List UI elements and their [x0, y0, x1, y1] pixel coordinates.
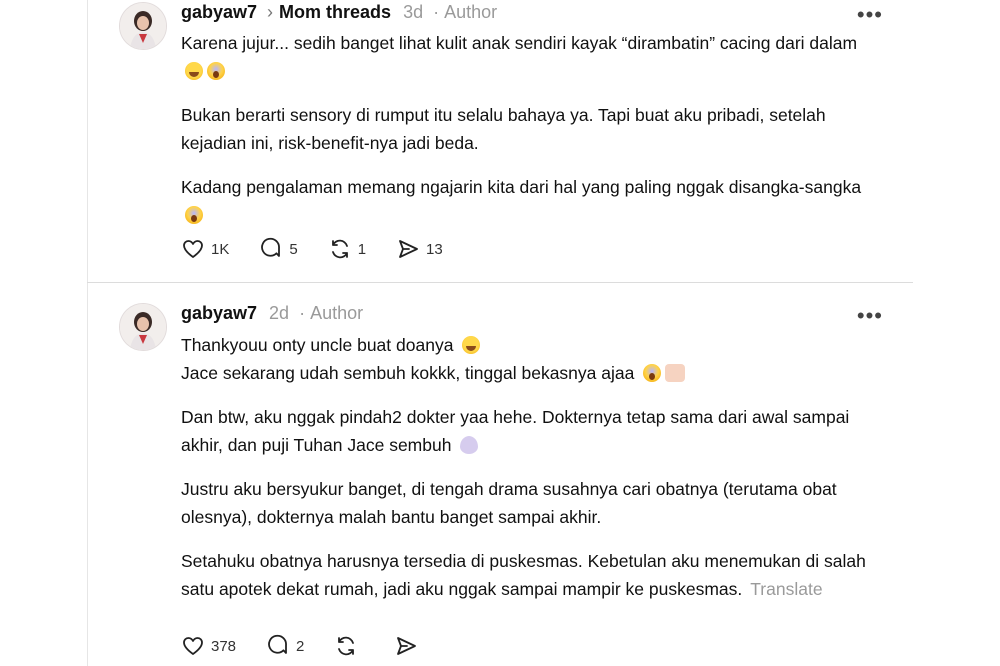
repost-count: 1: [357, 240, 367, 258]
screaming-face-emoji: [185, 206, 203, 224]
like-button[interactable]: 378: [181, 634, 236, 658]
translate-link[interactable]: Translate: [750, 579, 822, 599]
paragraph: Kadang pengalaman memang ngajarin kita d…: [181, 173, 881, 229]
share-button[interactable]: [394, 634, 424, 658]
post-body: Thankyouu onty uncle buat doanya Jace se…: [181, 331, 881, 619]
post-2: gabyaw7 2d Author ••• Thankyouu onty unc…: [87, 283, 913, 666]
share-count: 13: [426, 240, 443, 258]
repost-button[interactable]: [334, 634, 364, 658]
username[interactable]: gabyaw7: [181, 303, 257, 324]
avatar[interactable]: [119, 303, 167, 351]
like-count: 1K: [211, 240, 230, 258]
post-time[interactable]: 3d: [403, 2, 423, 23]
post-time[interactable]: 2d: [269, 303, 289, 324]
more-icon[interactable]: •••: [857, 4, 883, 26]
reply-button[interactable]: 2: [266, 634, 304, 658]
screaming-face-emoji: [643, 364, 662, 382]
repost-icon: [338, 636, 355, 656]
chevron-right-icon: ›: [267, 1, 274, 22]
post-header: gabyaw7 2d Author: [181, 301, 363, 325]
action-bar: 378 2: [181, 634, 454, 658]
heart-icon: [183, 240, 203, 258]
username[interactable]: gabyaw7: [181, 2, 257, 23]
reply-icon: [261, 237, 281, 257]
like-count: 378: [211, 637, 237, 655]
reply-button[interactable]: 5: [259, 237, 298, 261]
like-button[interactable]: 1K: [181, 237, 229, 261]
screaming-face-emoji: [207, 62, 225, 80]
community-link[interactable]: Mom threads: [279, 2, 391, 23]
heart-icon: [183, 637, 203, 655]
purple-heart-emoji: [460, 436, 479, 454]
paragraph: Thankyouu onty uncle buat doanya Jace se…: [181, 331, 881, 387]
share-button[interactable]: 13: [396, 237, 443, 261]
more-icon[interactable]: •••: [857, 305, 883, 327]
avatar-image: [120, 304, 166, 350]
paragraph: Bukan berarti sensory di rumput itu sela…: [181, 105, 826, 153]
heart-hands-emoji: [665, 364, 686, 382]
post-header: gabyaw7 › Mom threads 3d Author: [181, 0, 497, 24]
paragraph: Karena jujur... sedih banget lihat kulit…: [181, 29, 881, 85]
repost-button[interactable]: 1: [328, 237, 366, 261]
reply-count: 5: [289, 240, 298, 258]
author-badge: Author: [299, 303, 363, 324]
pleading-face-emoji: [185, 62, 203, 80]
reply-count: 2: [296, 637, 305, 655]
share-icon: [397, 637, 417, 655]
paragraph: Setahuku obatnya harusnya tersedia di pu…: [181, 551, 866, 599]
author-badge: Author: [433, 2, 497, 23]
pleading-face-emoji: [462, 336, 481, 354]
post-1: gabyaw7 › Mom threads 3d Author ••• Kare…: [87, 0, 913, 282]
share-icon: [399, 240, 418, 258]
repost-icon: [331, 239, 348, 259]
action-bar: 1K 5 1 13: [181, 237, 473, 261]
avatar[interactable]: [119, 2, 167, 50]
reply-icon: [268, 634, 287, 654]
avatar-image: [120, 3, 166, 49]
paragraph: Justru aku bersyukur banget, di tengah d…: [181, 479, 837, 527]
post-body: Karena jujur... sedih banget lihat kulit…: [181, 29, 881, 245]
paragraph: Dan btw, aku nggak pindah2 dokter yaa he…: [181, 407, 850, 455]
